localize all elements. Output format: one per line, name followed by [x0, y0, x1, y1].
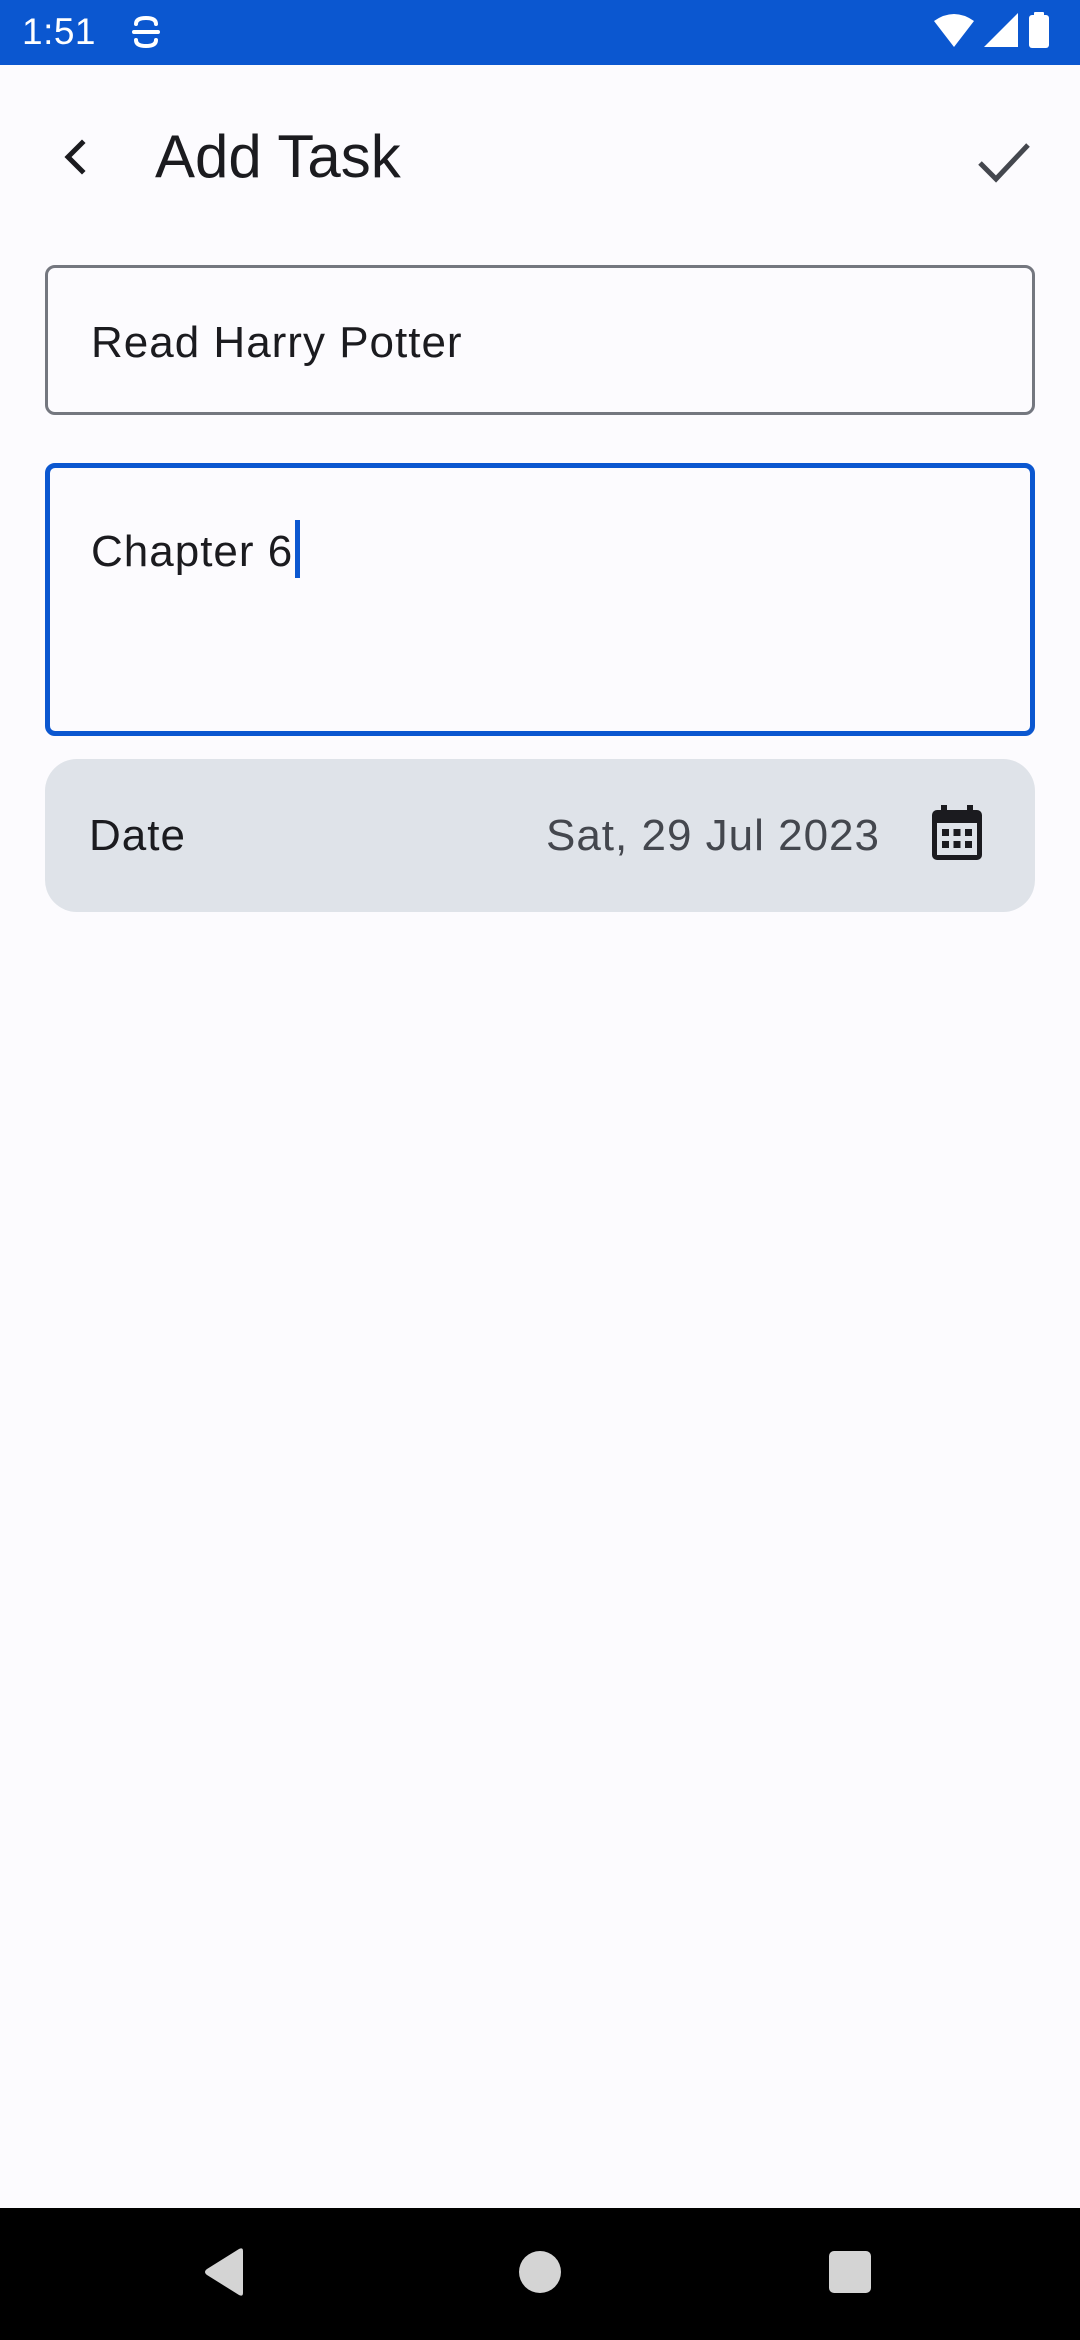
- battery-icon: [1028, 11, 1050, 53]
- wifi-icon: [934, 13, 974, 52]
- top-app-bar: Add Task: [0, 65, 1080, 245]
- app-notification-icon: [128, 14, 164, 50]
- task-title-input[interactable]: Read Harry Potter: [45, 265, 1035, 415]
- status-time: 1:51: [22, 11, 97, 52]
- cellular-signal-icon: [984, 12, 1018, 52]
- check-icon: [976, 133, 1032, 194]
- back-triangle-icon: [203, 2247, 249, 2302]
- task-description-text: Chapter 6: [91, 520, 301, 578]
- nav-recents-button[interactable]: [814, 2238, 886, 2310]
- nav-back-button[interactable]: [190, 2238, 262, 2310]
- task-description-input[interactable]: Chapter 6: [45, 463, 1035, 736]
- date-picker-field[interactable]: Date Sat, 29 Jul 2023: [45, 759, 1035, 912]
- status-icons: [934, 11, 1050, 53]
- calendar-icon: [931, 804, 983, 866]
- task-description-value: Chapter 6: [91, 527, 294, 576]
- date-label: Date: [89, 811, 186, 860]
- text-cursor: [295, 520, 301, 578]
- page-title: Add Task: [155, 123, 401, 190]
- date-value: Sat, 29 Jul 2023: [545, 811, 880, 860]
- home-circle-icon: [518, 2250, 562, 2299]
- nav-home-button[interactable]: [504, 2238, 576, 2310]
- system-navigation-bar: [0, 2208, 1080, 2340]
- recents-square-icon: [828, 2250, 872, 2299]
- chevron-left-icon: [56, 137, 96, 182]
- save-button[interactable]: [964, 123, 1044, 203]
- task-title-value: Read Harry Potter: [91, 318, 463, 367]
- status-bar: 1:51: [0, 0, 1080, 65]
- back-button[interactable]: [40, 123, 112, 195]
- calendar-button[interactable]: [925, 803, 989, 867]
